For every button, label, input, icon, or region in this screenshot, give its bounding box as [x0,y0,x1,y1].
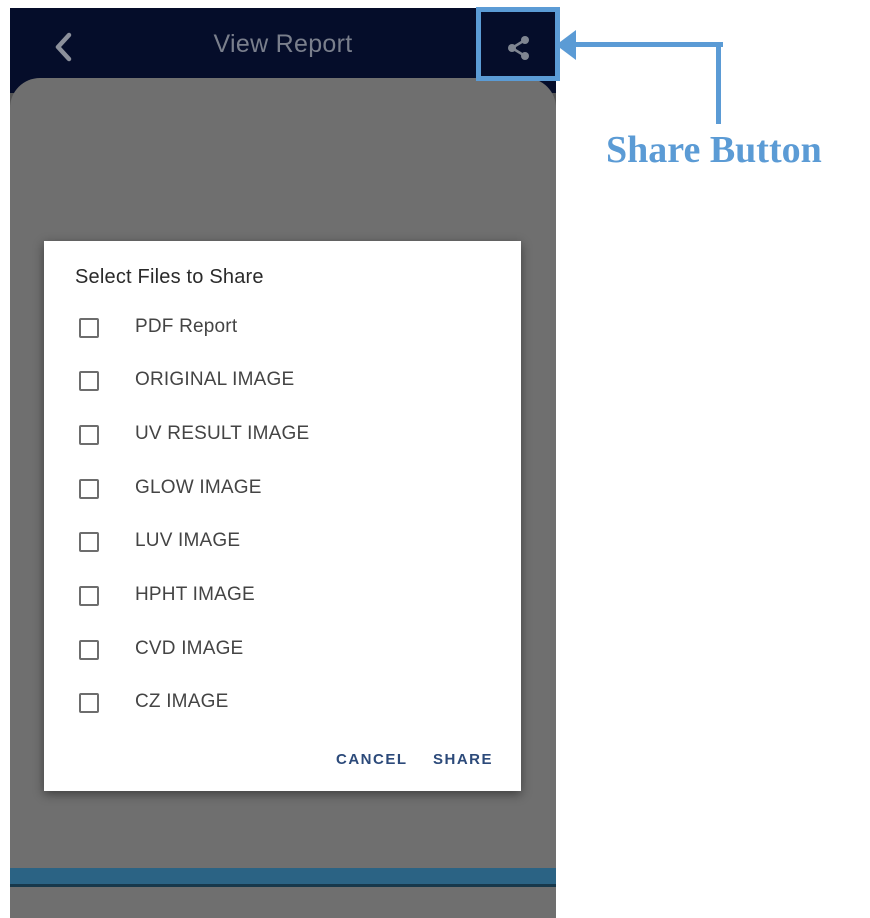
cancel-button[interactable]: CANCEL [336,751,408,768]
share-confirm-button[interactable]: SHARE [433,751,493,768]
option-label: HPHT IMAGE [135,584,255,605]
original-image-checkbox[interactable] [79,371,99,391]
callout-line-horizontal [572,42,723,47]
cvd-image-checkbox[interactable] [79,640,99,660]
page-title: View Report [213,30,353,58]
footer-divider [10,884,556,887]
option-hpht-image[interactable]: HPHT IMAGE [44,576,521,616]
option-cvd-image[interactable]: CVD IMAGE [44,630,521,670]
option-label: UV RESULT IMAGE [135,423,310,444]
option-uv-result-image[interactable]: UV RESULT IMAGE [44,415,521,455]
option-original-image[interactable]: ORIGINAL IMAGE [44,361,521,401]
option-pdf-report[interactable]: PDF Report [44,308,521,348]
option-label: CZ IMAGE [135,691,229,712]
hpht-image-checkbox[interactable] [79,586,99,606]
callout-label: Share Button [606,129,822,171]
cz-image-checkbox[interactable] [79,693,99,713]
option-label: ORIGINAL IMAGE [135,369,295,390]
glow-image-checkbox[interactable] [79,479,99,499]
option-label: GLOW IMAGE [135,477,262,498]
dialog-title: Select Files to Share [75,266,264,288]
option-cz-image[interactable]: CZ IMAGE [44,683,521,723]
screenshot-canvas: View Report Select Files to Share PDF Re… [0,0,870,918]
pdf-report-checkbox[interactable] [79,318,99,338]
option-label: PDF Report [135,316,238,337]
uv-result-image-checkbox[interactable] [79,425,99,445]
callout-line-vertical [716,42,721,124]
option-label: CVD IMAGE [135,638,244,659]
share-button-highlight [476,7,560,81]
option-luv-image[interactable]: LUV IMAGE [44,522,521,562]
option-glow-image[interactable]: GLOW IMAGE [44,469,521,509]
luv-image-checkbox[interactable] [79,532,99,552]
footer-strip [10,868,556,884]
share-files-dialog: Select Files to Share PDF Report ORIGINA… [44,241,521,791]
option-label: LUV IMAGE [135,530,241,551]
